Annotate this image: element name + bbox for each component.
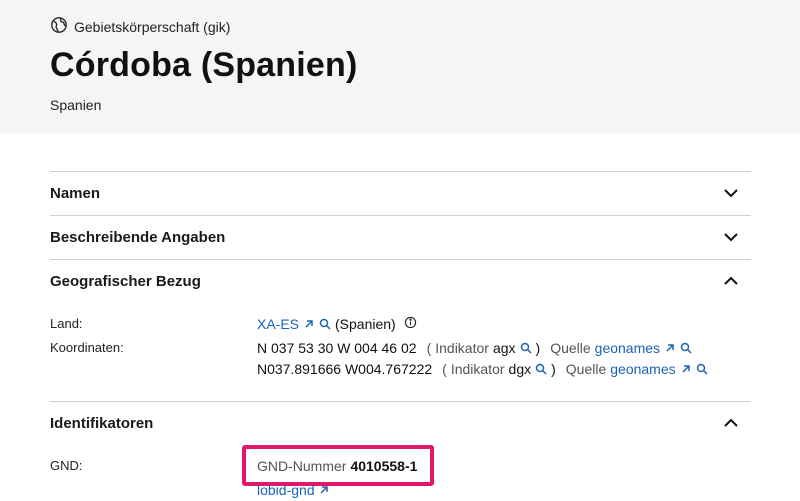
section-names-toggle[interactable]: Namen: [50, 173, 751, 213]
divider: [50, 259, 751, 260]
chevron-up-icon: [721, 413, 741, 433]
external-link-icon: [318, 484, 330, 496]
search-icon[interactable]: [680, 342, 692, 354]
chevron-up-icon: [721, 271, 741, 291]
indicator-value: dgx: [508, 361, 532, 377]
page-subtitle: Spanien: [50, 97, 102, 113]
land-label: Land:: [50, 316, 83, 331]
section-descriptive-label: Beschreibende Angaben: [50, 228, 226, 246]
section-geo-label: Geografischer Bezug: [50, 272, 201, 290]
land-name: (Spanien): [335, 316, 396, 332]
globe-icon: [50, 16, 68, 37]
search-icon[interactable]: [535, 363, 547, 375]
search-icon[interactable]: [696, 363, 708, 375]
coord-value: N 037 53 30 W 004 46 02: [257, 340, 417, 356]
external-link-icon[interactable]: [680, 363, 692, 375]
section-geo-toggle[interactable]: Geografischer Bezug: [50, 261, 751, 301]
paren-open: (: [426, 340, 432, 356]
section-ident-label: Identifikatoren: [50, 414, 154, 432]
search-icon[interactable]: [520, 342, 532, 354]
coord-row-1: N 037 53 30 W 004 46 02 (Indikator agx )…: [257, 340, 692, 356]
external-link-icon[interactable]: [664, 342, 676, 354]
entity-type: Gebietskörperschaft (gik): [50, 16, 230, 37]
section-descriptive-toggle[interactable]: Beschreibende Angaben: [50, 217, 751, 257]
land-code-link[interactable]: XA-ES: [257, 316, 299, 332]
indicator-value: agx: [492, 340, 516, 356]
gnd-number: GND-Nummer 4010558-1: [257, 458, 417, 474]
indicator-label: Indikator: [450, 361, 505, 377]
paren-open: (: [442, 361, 447, 377]
chevron-down-icon: [721, 183, 741, 203]
section-names-label: Namen: [50, 184, 101, 202]
coord-value: N037.891666 W004.767222: [257, 361, 433, 377]
divider: [50, 171, 751, 172]
divider: [50, 215, 751, 216]
chevron-down-icon: [721, 227, 741, 247]
lobid-gnd-link[interactable]: lobid-gnd: [257, 482, 330, 498]
source-link[interactable]: geonames: [595, 340, 660, 356]
paren-close: ): [535, 340, 541, 356]
source-link[interactable]: geonames: [610, 361, 675, 377]
divider: [50, 401, 751, 402]
page-title: Córdoba (Spanien): [50, 46, 358, 84]
coords-label: Koordinaten:: [50, 340, 124, 355]
gnd-number-label: GND-Nummer: [257, 458, 347, 474]
paren-close: ): [551, 361, 556, 377]
external-link-icon[interactable]: [303, 318, 315, 330]
lobid-gnd-label: lobid-gnd: [257, 482, 315, 498]
land-value: XA-ES (Spanien): [257, 316, 417, 332]
source-label: Quelle: [550, 340, 591, 356]
entity-type-label: Gebietskörperschaft (gik): [74, 18, 231, 35]
indicator-label: Indikator: [435, 340, 489, 356]
info-icon[interactable]: [404, 316, 417, 332]
coord-row-2: N037.891666 W004.767222 (Indikator dgx )…: [257, 361, 708, 377]
source-label: Quelle: [565, 361, 607, 377]
search-icon[interactable]: [319, 318, 331, 330]
section-ident-toggle[interactable]: Identifikatoren: [50, 403, 751, 443]
gnd-number-value: 4010558-1: [350, 458, 418, 474]
gnd-label: GND:: [50, 458, 83, 473]
